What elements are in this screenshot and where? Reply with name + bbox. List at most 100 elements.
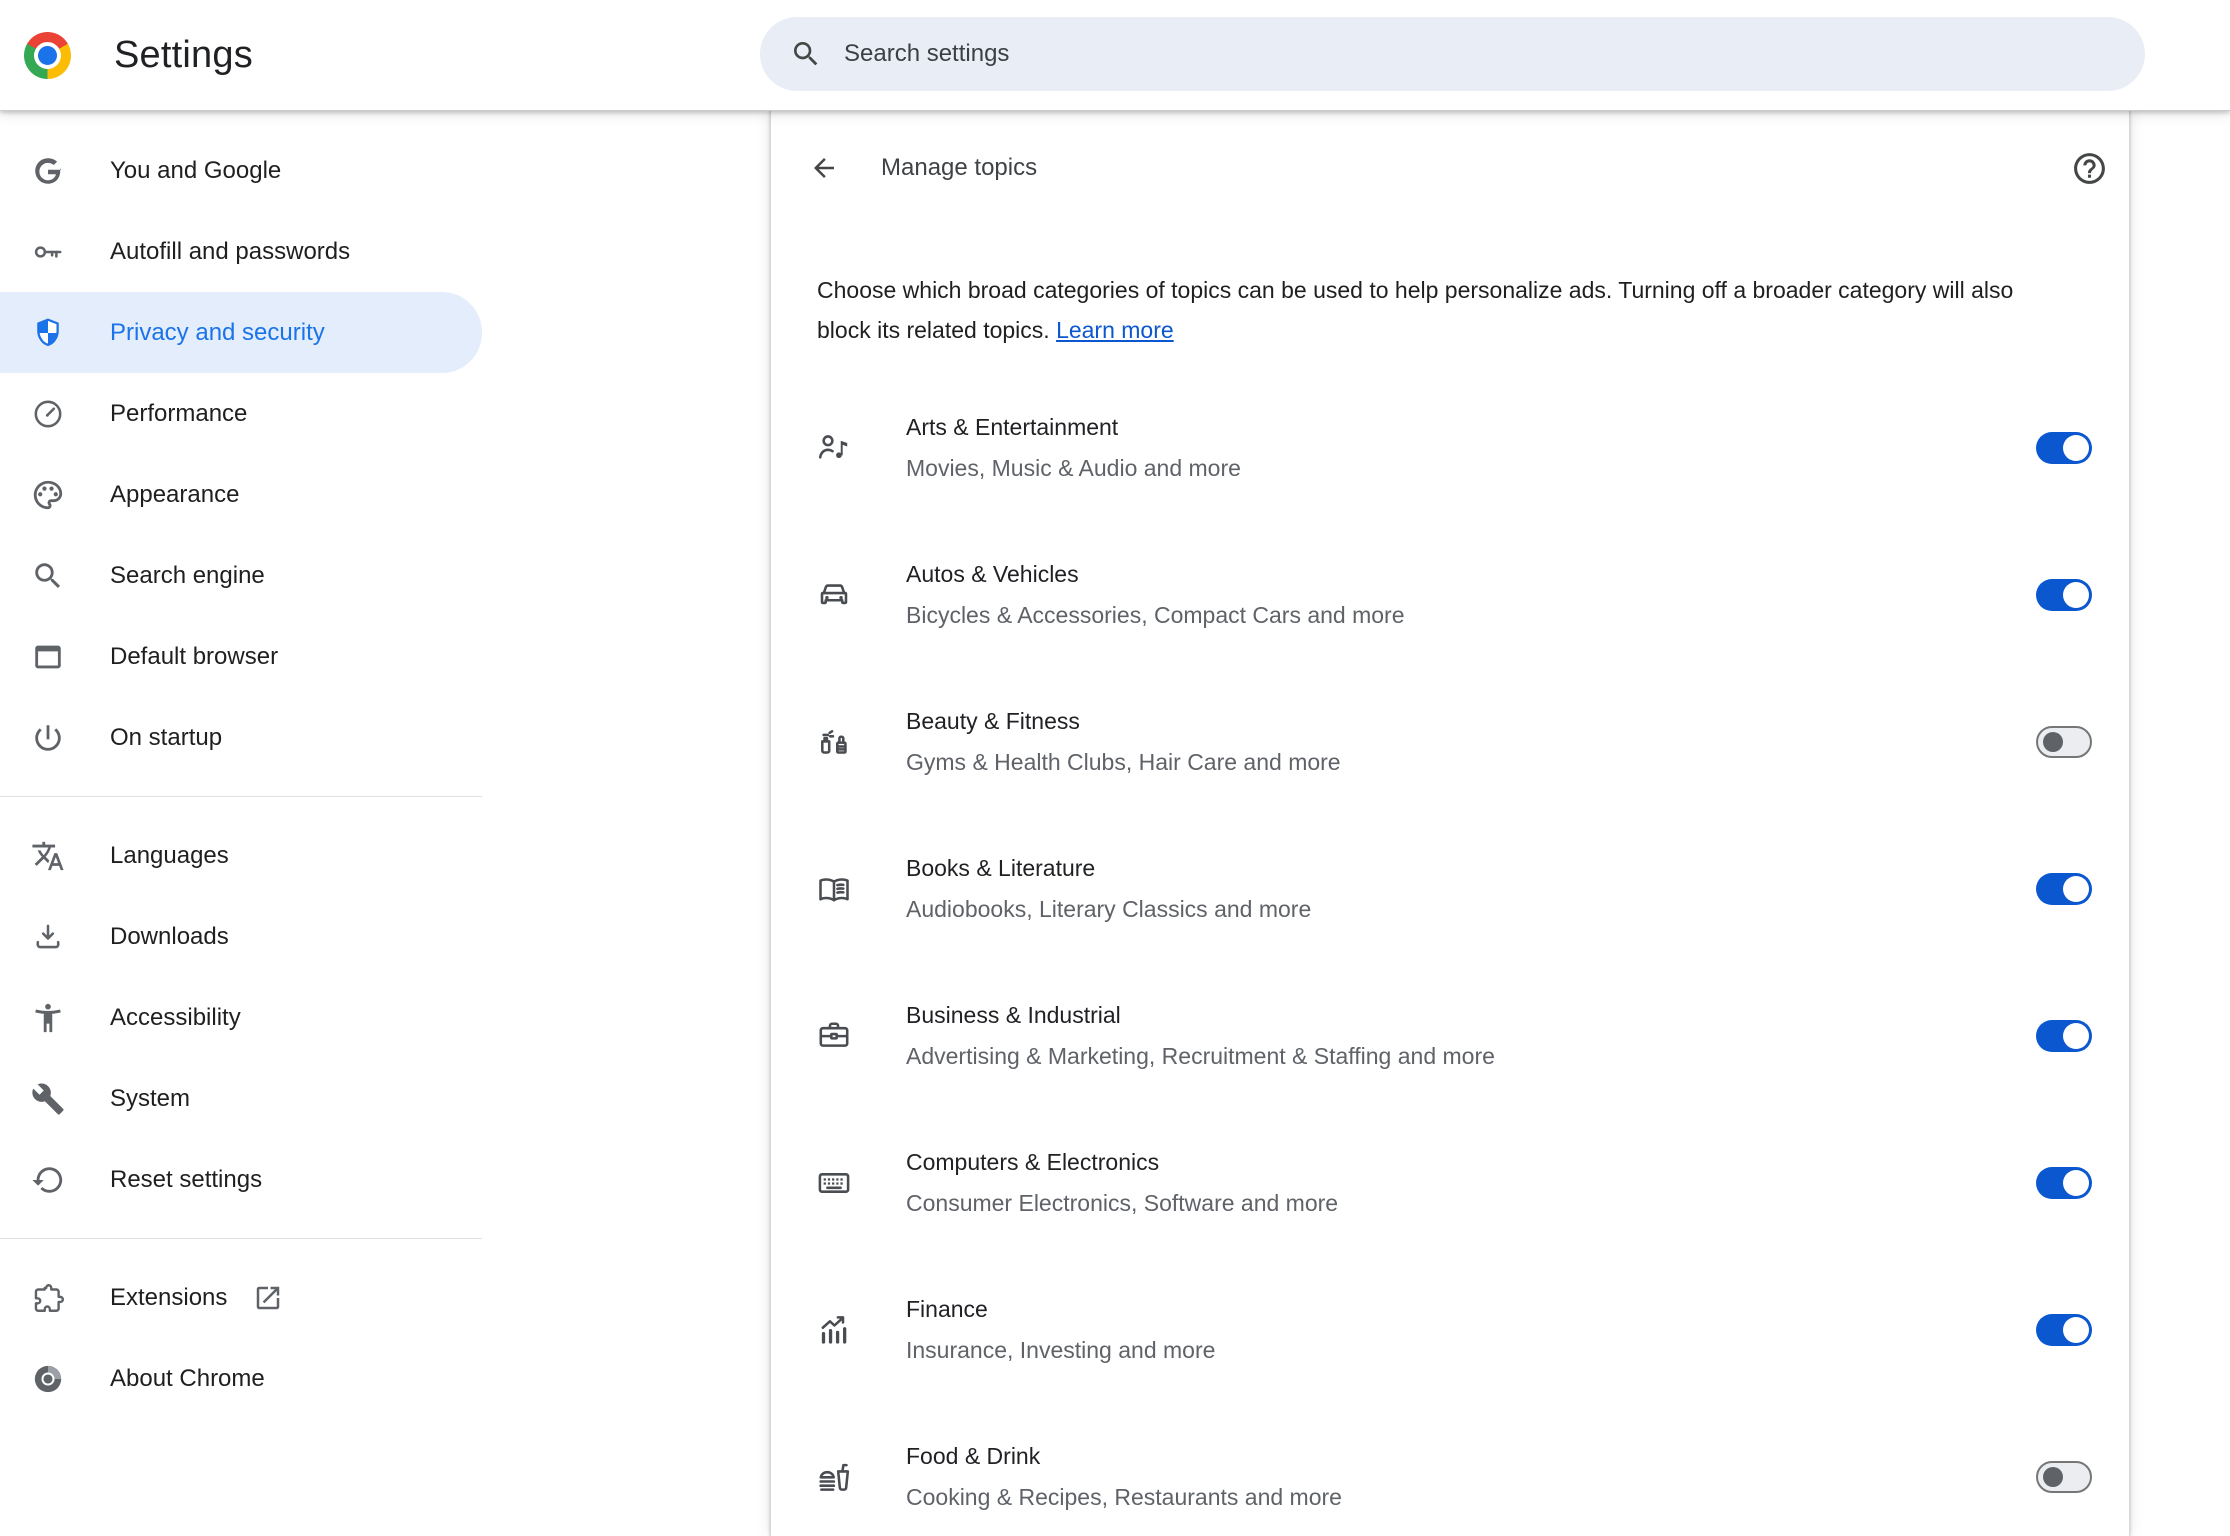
learn-more-link[interactable]: Learn more [1056,317,1174,343]
search-icon [31,559,65,593]
help-button[interactable] [2069,148,2109,188]
briefcase-icon [816,1018,852,1054]
sidebar-item-label: Performance [110,399,248,427]
topic-toggle-finance[interactable] [2036,1313,2092,1346]
topic-subtitle: Consumer Electronics, Software and more [906,1190,1339,1216]
sidebar-item-about-chrome[interactable]: About Chrome [0,1338,482,1419]
sidebar-item-label: Privacy and security [110,318,325,346]
puzzle-icon [31,1281,65,1315]
sidebar-item-you-and-google[interactable]: You and Google [0,130,482,211]
sidebar-item-extensions[interactable]: Extensions [0,1257,482,1338]
sidebar-item-system[interactable]: System [0,1058,482,1139]
topic-row-arts-entertainment: Arts & Entertainment Movies, Music & Aud… [771,374,2129,521]
topic-subtitle: Gyms & Health Clubs, Hair Care and more [906,749,1341,775]
food-icon [816,1459,852,1495]
toggle-knob [2043,731,2063,752]
sidebar-item-reset-settings[interactable]: Reset settings [0,1139,482,1220]
chrome-settings-window: Settings You and Google Autofill and pas… [0,0,2230,1536]
topic-toggle-computers-electronics[interactable] [2036,1166,2092,1199]
sidebar-item-label: About Chrome [110,1364,265,1392]
accessibility-icon [31,1001,65,1035]
topic-toggle-autos-vehicles[interactable] [2036,578,2092,611]
toggle-knob [2063,581,2089,608]
sidebar-item-autofill[interactable]: Autofill and passwords [0,211,482,292]
toggle-knob [2063,1316,2089,1343]
page-description: Choose which broad categories of topics … [817,270,2072,350]
sidebar-item-languages[interactable]: Languages [0,815,482,896]
topic-title: Computers & Electronics [906,1149,1160,1175]
google-g-icon [31,154,65,188]
palette-icon [31,478,65,512]
topic-subtitle: Advertising & Marketing, Recruitment & S… [906,1043,1495,1069]
sidebar-item-label: System [110,1084,191,1112]
topic-row-beauty-fitness: Beauty & Fitness Gyms & Health Clubs, Ha… [771,668,2129,815]
search-input[interactable] [842,39,2115,69]
topic-subtitle: Insurance, Investing and more [906,1337,1216,1363]
sidebar: You and Google Autofill and passwords Pr… [0,110,770,1536]
toggle-knob [2063,875,2089,902]
topic-row-computers-electronics: Computers & Electronics Consumer Electro… [771,1109,2129,1256]
search-bar[interactable] [760,17,2145,91]
description-text: Choose which broad categories of topics … [817,277,2014,343]
sidebar-item-label: Appearance [110,480,240,508]
sidebar-item-privacy-security[interactable]: Privacy and security [0,292,482,373]
search-icon [790,38,822,70]
toggle-knob [2063,1022,2089,1049]
sidebar-item-label: Accessibility [110,1003,241,1031]
topic-row-finance: Finance Insurance, Investing and more [771,1256,2129,1403]
topic-title: Finance [906,1296,988,1322]
finance-icon [816,1312,852,1348]
sidebar-item-appearance[interactable]: Appearance [0,454,482,535]
help-icon [2073,152,2105,184]
back-button[interactable] [801,145,847,191]
topic-toggle-arts-entertainment[interactable] [2036,431,2092,464]
sidebar-item-accessibility[interactable]: Accessibility [0,977,482,1058]
sidebar-item-label: Reset settings [110,1165,263,1193]
chrome-mono-icon [31,1362,65,1396]
topic-title: Books & Literature [906,855,1096,881]
sidebar-divider [0,796,482,797]
topic-toggle-business-industrial[interactable] [2036,1019,2092,1052]
shield-icon [31,316,65,350]
book-icon [816,871,852,907]
download-icon [31,920,65,954]
sidebar-item-label: Languages [110,841,229,869]
topic-title: Arts & Entertainment [906,414,1119,440]
sidebar-item-label: Default browser [110,642,279,670]
wrench-icon [31,1082,65,1116]
topic-toggle-books-literature[interactable] [2036,872,2092,905]
app-title: Settings [114,33,253,76]
open-in-new-icon [253,1283,283,1313]
key-icon [31,235,65,269]
sidebar-item-on-startup[interactable]: On startup [0,697,482,778]
reset-icon [31,1163,65,1197]
sidebar-item-downloads[interactable]: Downloads [0,896,482,977]
topic-row-business-industrial: Business & Industrial Advertising & Mark… [771,962,2129,1109]
beauty-icon [816,724,852,760]
toggle-knob [2063,1169,2089,1196]
translate-icon [31,839,65,873]
sidebar-item-default-browser[interactable]: Default browser [0,616,482,697]
topic-toggle-beauty-fitness[interactable] [2036,725,2092,758]
sidebar-item-label: Extensions [110,1283,228,1311]
car-icon [816,577,852,613]
sidebar-item-label: Autofill and passwords [110,237,351,265]
topic-title: Beauty & Fitness [906,708,1080,734]
sidebar-item-label: On startup [110,723,223,751]
topic-toggle-food-drink[interactable] [2036,1460,2092,1493]
topic-row-books-literature: Books & Literature Audiobooks, Literary … [771,815,2129,962]
page-title: Manage topics [881,154,1038,181]
sidebar-item-search-engine[interactable]: Search engine [0,535,482,616]
power-icon [31,721,65,755]
topics-list: Arts & Entertainment Movies, Music & Aud… [771,374,2129,1536]
topic-title: Business & Industrial [906,1002,1121,1028]
sidebar-item-label: You and Google [110,156,282,184]
toggle-knob [2063,434,2089,461]
header: Settings [0,0,2230,111]
keyboard-icon [816,1165,852,1201]
artist-icon [816,430,852,466]
topic-subtitle: Cooking & Recipes, Restaurants and more [906,1484,1342,1510]
topic-row-food-drink: Food & Drink Cooking & Recipes, Restaura… [771,1403,2129,1536]
topic-subtitle: Movies, Music & Audio and more [906,455,1241,481]
sidebar-item-performance[interactable]: Performance [0,373,482,454]
